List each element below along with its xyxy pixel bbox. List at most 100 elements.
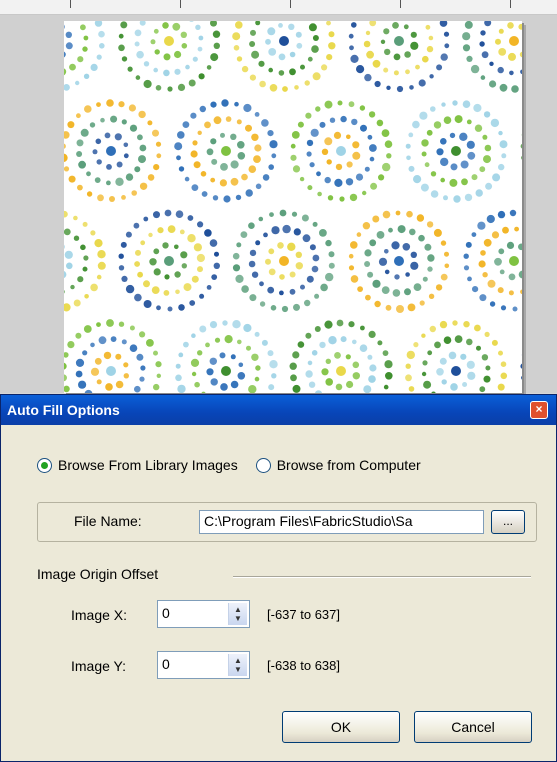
fabric-dot <box>164 36 174 46</box>
fabric-dot <box>106 164 112 170</box>
fabric-dot <box>518 270 522 279</box>
radio-browse-library-label[interactable]: Browse From Library Images <box>58 457 238 473</box>
fabric-dot <box>382 162 391 172</box>
ok-button[interactable]: OK <box>282 711 400 743</box>
fabric-dot <box>480 30 486 36</box>
fabric-dot <box>295 251 302 258</box>
fabric-dot <box>484 331 490 337</box>
fabric-dot <box>499 269 505 275</box>
fabric-dot <box>326 54 333 61</box>
fabric-dot <box>329 117 336 123</box>
fabric-dot <box>481 51 489 59</box>
fabric-dot <box>311 350 318 356</box>
fabric-dot <box>64 68 67 76</box>
fabric-dot <box>234 101 239 107</box>
fabric-dot <box>120 241 127 248</box>
fabric-dot <box>140 365 146 371</box>
fabric-dot <box>267 286 275 294</box>
fabric-dot <box>99 43 105 49</box>
file-name-input[interactable]: C:\Program Files\FabricStudio\Sa <box>199 510 484 534</box>
fabric-dot <box>279 274 285 280</box>
fabric-dot <box>192 56 198 62</box>
fabric-dot <box>443 336 452 345</box>
fabric-dot <box>241 65 249 73</box>
radio-browse-computer-label[interactable]: Browse from Computer <box>277 457 421 473</box>
fabric-dot <box>363 40 371 48</box>
radio-browse-library[interactable] <box>37 457 52 473</box>
fabric-dot <box>131 190 137 196</box>
spinner-arrows-icon[interactable]: ▲ ▼ <box>228 603 247 625</box>
fabric-dot <box>182 121 190 128</box>
image-y-spinner[interactable]: 0 ▲ ▼ <box>157 651 250 679</box>
fabric-dot <box>497 210 506 219</box>
fabric-dot <box>461 178 468 186</box>
fabric-dot <box>345 178 354 186</box>
fabric-swirl <box>520 133 522 160</box>
fabric-dot <box>302 234 311 243</box>
fabric-dot <box>210 138 217 145</box>
fabric-dot <box>479 41 485 47</box>
fabric-dot <box>404 51 411 58</box>
fabric-dot <box>125 173 134 181</box>
fabric-dot <box>369 156 375 162</box>
fabric-dot <box>386 153 392 159</box>
fabric-dot <box>346 161 353 168</box>
fabric-dot <box>200 171 207 177</box>
fabric-dot <box>310 128 319 137</box>
ruler-tick <box>180 0 181 8</box>
fabric-dot <box>250 29 256 36</box>
spinner-arrows-icon[interactable]: ▲ ▼ <box>228 654 247 676</box>
fabric-dot <box>282 224 291 234</box>
fabric-dot <box>246 345 251 351</box>
fabric-dot <box>508 273 516 281</box>
fabric-dot <box>109 196 115 202</box>
fabric-dot <box>210 21 217 27</box>
fabric-dot <box>396 85 404 93</box>
fabric-dot <box>324 100 333 109</box>
fabric-dot <box>178 352 184 358</box>
fabric-dot <box>153 383 160 391</box>
close-icon[interactable]: × <box>530 401 548 419</box>
fabric-dot <box>356 232 362 237</box>
fabric-dot <box>118 44 125 52</box>
fabric-dot <box>430 190 439 198</box>
fabric-dot <box>249 249 257 257</box>
fabric-dot <box>143 216 149 222</box>
fabric-dot <box>474 124 483 132</box>
fabric-dot <box>289 288 296 295</box>
fabric-dot <box>325 239 332 247</box>
fabric-dot <box>259 281 264 287</box>
fabric-dot <box>232 264 241 272</box>
radio-browse-computer[interactable] <box>255 457 271 473</box>
fabric-dot <box>121 119 127 125</box>
fabric-dot <box>255 183 262 190</box>
fabric-dot <box>106 180 111 186</box>
fabric-dot <box>511 85 519 93</box>
fabric-dot <box>494 257 502 266</box>
fabric-dot <box>325 378 334 386</box>
fabric-dot <box>374 300 381 308</box>
fabric-dot <box>279 36 289 46</box>
fabric-dot <box>248 222 255 229</box>
fabric-dot <box>491 339 498 346</box>
image-x-spinner[interactable]: 0 ▲ ▼ <box>157 600 250 628</box>
fabric-dot <box>421 151 427 157</box>
fabric-dot <box>125 284 135 294</box>
cancel-button[interactable]: Cancel <box>414 711 532 743</box>
fabric-dot <box>359 105 366 111</box>
fabric-dot <box>118 253 124 259</box>
fabric-dot <box>384 140 393 148</box>
fabric-dot <box>191 333 196 339</box>
fabric-dot <box>508 290 514 296</box>
fabric-dot <box>183 341 189 348</box>
fabric-dot <box>201 391 206 393</box>
fabric-dot <box>290 143 296 149</box>
fabric-dot <box>118 321 125 327</box>
fabric-dot <box>105 383 113 391</box>
fabric-dot <box>64 153 68 162</box>
browse-file-button[interactable]: ... <box>491 510 525 534</box>
fabric-dot <box>77 56 84 63</box>
fabric-swirl <box>118 209 220 312</box>
fabric-dot <box>120 21 128 29</box>
fabric-dot <box>243 103 252 113</box>
